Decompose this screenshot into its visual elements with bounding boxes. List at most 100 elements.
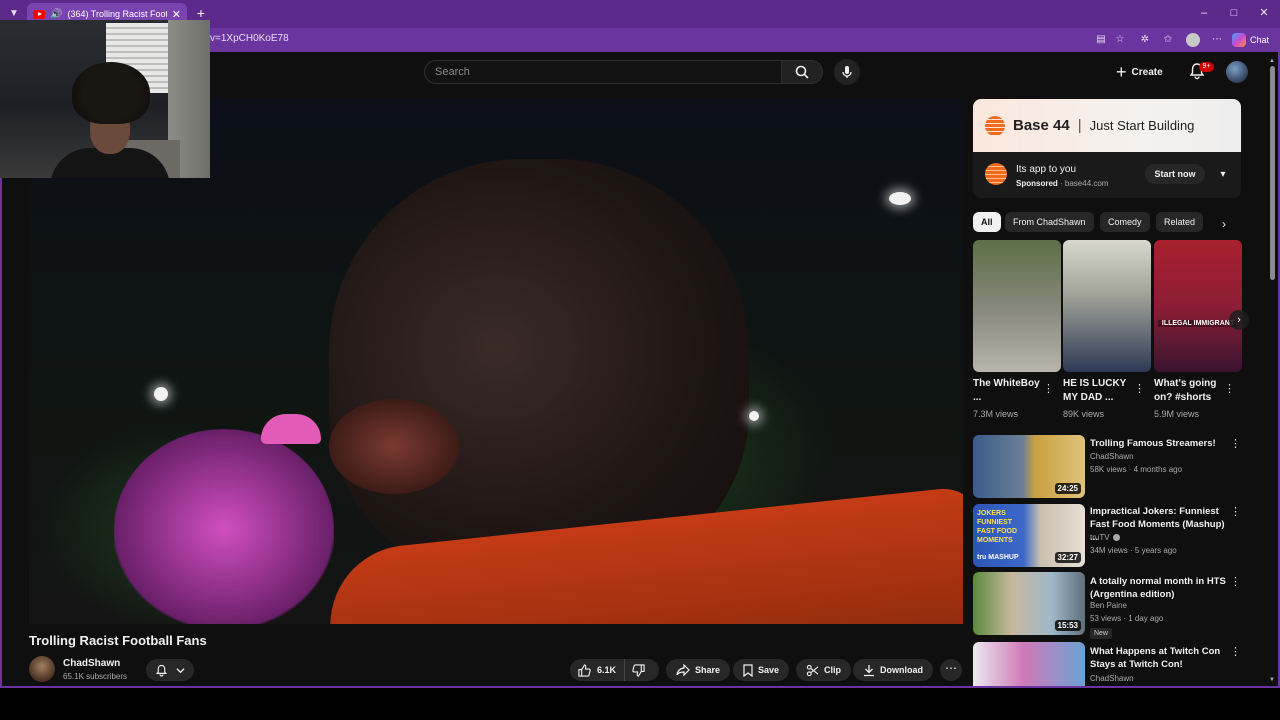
download-button[interactable]: Download	[853, 659, 933, 681]
video-duration: 15:53	[1054, 620, 1081, 631]
scroll-up-arrow-icon[interactable]: ▲	[1268, 57, 1276, 65]
video-thumbnail[interactable]: 15:53	[973, 572, 1085, 635]
create-label: Create	[1131, 66, 1163, 78]
notification-count-badge: 9+	[1199, 62, 1214, 72]
minimize-button[interactable]: –	[1195, 5, 1213, 21]
ad-headline[interactable]: Its app to you	[1016, 164, 1076, 175]
tab-audio-icon[interactable]: 🔊	[50, 9, 62, 20]
save-label: Save	[758, 665, 780, 675]
thumbs-down-icon	[631, 663, 645, 677]
scroll-down-arrow-icon[interactable]: ▼	[1268, 676, 1276, 684]
short-title[interactable]: The WhiteBoy ...	[973, 377, 1045, 405]
short-views: 89K views	[1063, 409, 1105, 419]
copilot-chat-button[interactable]: Chat	[1232, 32, 1269, 48]
video-channel[interactable]: truTV	[1090, 533, 1120, 542]
video-thumbnail[interactable]	[973, 642, 1085, 686]
short-thumbnail[interactable]	[1063, 240, 1151, 372]
short-more-icon[interactable]: ⋮	[1224, 381, 1235, 397]
url-text[interactable]: v=1XpCH0KoE78	[210, 33, 289, 44]
dislike-button[interactable]	[625, 659, 651, 681]
short-more-icon[interactable]: ⋮	[1134, 381, 1145, 397]
ad-banner[interactable]: Base 44 | Just Start Building	[973, 99, 1241, 152]
video-frame-light	[154, 387, 168, 401]
video-title-link[interactable]: A totally normal month in HTS (Argentina…	[1090, 575, 1230, 601]
like-button[interactable]: 6.1K	[570, 659, 626, 681]
copilot-icon	[1232, 33, 1246, 47]
share-icon	[676, 664, 690, 676]
microphone-icon	[842, 66, 852, 78]
scissors-icon	[806, 664, 819, 676]
like-count: 6.1K	[597, 665, 617, 675]
shorts-next-arrow-icon[interactable]: ›	[1229, 310, 1249, 330]
chip-comedy[interactable]: Comedy	[1100, 212, 1150, 232]
voice-search-button[interactable]	[834, 59, 860, 85]
chat-label: Chat	[1250, 35, 1270, 45]
video-title-link[interactable]: Trolling Famous Streamers!	[1090, 437, 1230, 450]
video-more-icon[interactable]: ⋮	[1230, 645, 1241, 659]
channel-name-text: truTV	[1090, 533, 1110, 542]
clip-label: Clip	[824, 665, 841, 675]
ad-expand-chevron-icon[interactable]: ▾	[1215, 167, 1231, 183]
thumbnail-brand: tru MASHUP	[977, 554, 1019, 561]
channel-avatar[interactable]	[29, 656, 55, 682]
short-more-icon[interactable]: ⋮	[1043, 381, 1054, 397]
video-frame-light	[889, 192, 911, 205]
reader-view-icon[interactable]: ▤	[1094, 33, 1108, 47]
search-input[interactable]: Search	[424, 60, 782, 84]
more-actions-button[interactable]: ⋯	[940, 659, 962, 681]
video-thumbnail[interactable]: JOKERS FUNNIEST FAST FOOD MOMENTS tru MA…	[973, 504, 1085, 567]
base44-logo-icon	[985, 115, 1005, 136]
short-title[interactable]: HE IS LUCKY MY DAD ...	[1063, 377, 1135, 405]
share-button[interactable]: Share	[666, 659, 731, 681]
video-channel[interactable]: ChadShawn	[1090, 674, 1134, 683]
video-duration: 24:25	[1054, 483, 1081, 494]
video-channel[interactable]: ChadShawn	[1090, 452, 1134, 461]
bookmark-icon	[743, 663, 753, 677]
account-avatar[interactable]	[1226, 61, 1248, 83]
extensions-icon[interactable]: ✲	[1138, 33, 1152, 47]
video-thumbnail[interactable]: 24:25	[973, 435, 1085, 498]
window-border-bottom	[0, 686, 1280, 688]
create-button[interactable]: + Create	[1116, 60, 1163, 84]
video-more-icon[interactable]: ⋮	[1230, 437, 1241, 451]
profile-avatar[interactable]	[1186, 33, 1200, 47]
short-thumbnail[interactable]: ILLEGAL IMMIGRANT	[1154, 240, 1242, 372]
chip-related[interactable]: Related	[1156, 212, 1204, 232]
scrollbar-thumb[interactable]	[1270, 66, 1275, 280]
short-thumbnail-text: ILLEGAL IMMIGRANT	[1158, 320, 1238, 327]
ad-cta-button[interactable]: Start now	[1145, 164, 1205, 184]
subscription-notification-button[interactable]	[146, 659, 194, 681]
clip-button[interactable]: Clip	[796, 659, 851, 681]
ad-domain: base44.com	[1064, 179, 1109, 188]
short-thumbnail[interactable]	[973, 240, 1061, 372]
channel-name[interactable]: ChadShawn	[63, 658, 120, 669]
search-button[interactable]	[781, 60, 823, 84]
chevron-down-icon	[176, 667, 185, 673]
new-badge: New	[1090, 628, 1112, 639]
share-label: Share	[695, 665, 721, 675]
advertiser-icon[interactable]	[985, 163, 1007, 185]
chips-next-chevron-icon[interactable]: ›	[1216, 216, 1232, 232]
ad-sponsored-line: Sponsored · base44.com	[1016, 179, 1109, 188]
short-title[interactable]: What's going on? #shorts	[1154, 377, 1226, 405]
favorites-icon[interactable]: ✩	[1161, 33, 1175, 47]
chip-all[interactable]: All	[973, 212, 1001, 232]
video-frame-mouth	[329, 399, 459, 494]
close-window-button[interactable]: ✕	[1255, 5, 1273, 21]
favorite-star-icon[interactable]: ☆	[1113, 33, 1127, 47]
new-tab-button[interactable]: +	[193, 5, 209, 21]
video-more-icon[interactable]: ⋮	[1230, 505, 1241, 519]
bell-icon	[156, 664, 167, 676]
save-button[interactable]: Save	[733, 659, 790, 681]
more-menu-icon[interactable]: ⋯	[1210, 33, 1224, 47]
video-title-link[interactable]: What Happens at Twitch Con Stays at Twit…	[1090, 645, 1230, 671]
video-frame-light	[749, 411, 759, 421]
download-label: Download	[880, 665, 923, 675]
video-channel[interactable]: Ben Paine	[1090, 601, 1127, 610]
video-more-icon[interactable]: ⋮	[1230, 575, 1241, 589]
tab-close-icon[interactable]: ✕	[172, 8, 181, 21]
subscriber-count: 65.1K subscribers	[63, 672, 128, 681]
short-views: 7.3M views	[973, 409, 1019, 419]
chip-from-channel[interactable]: From ChadShawn	[1005, 212, 1094, 232]
maximize-button[interactable]: □	[1225, 5, 1243, 21]
